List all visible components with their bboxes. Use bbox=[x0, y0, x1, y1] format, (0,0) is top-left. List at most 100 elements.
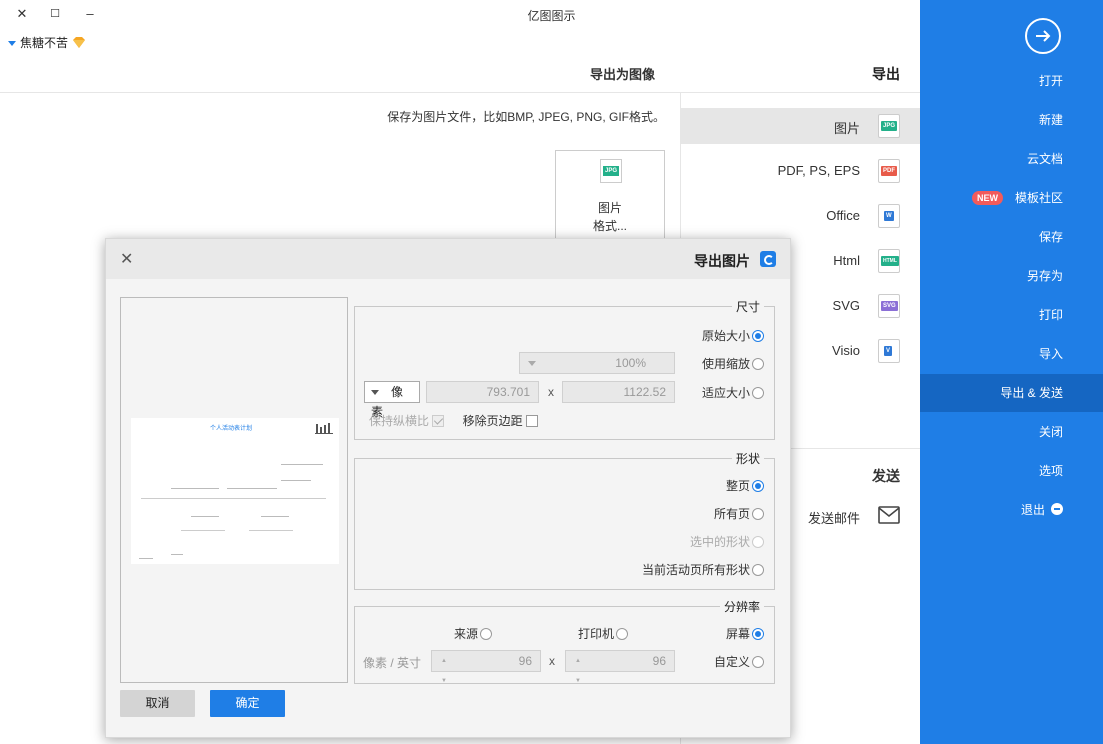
size-group: 尺寸 原始大小 使用缩放 100% 适应大小 1122.52 x 793.701… bbox=[354, 298, 775, 440]
sidebar-item-label: 关闭 bbox=[1038, 425, 1063, 439]
preview-line bbox=[261, 516, 289, 517]
export-item-label: 图片 bbox=[833, 121, 860, 136]
new-badge: NEW bbox=[971, 191, 1003, 205]
sidebar-item-export-send[interactable]: 导出 & 发送 bbox=[920, 374, 1103, 412]
sidebar-item-label: 打印 bbox=[1038, 308, 1063, 322]
radio-selected-icon bbox=[752, 329, 764, 342]
export-item-office[interactable]: Office W bbox=[681, 198, 920, 234]
sidebar-item-import[interactable]: 导入 bbox=[920, 335, 1103, 373]
sidebar-item-label: 模板社区 bbox=[1014, 191, 1063, 205]
radio-icon bbox=[752, 386, 764, 399]
preview-line bbox=[181, 530, 225, 531]
preview-line bbox=[281, 464, 323, 465]
maximize-window-button[interactable]: ☐ bbox=[45, 4, 65, 24]
sidebar-item-options[interactable]: 选项 bbox=[920, 452, 1103, 490]
sidebar-item-label: 云文档 bbox=[1026, 152, 1063, 166]
sidebar-item-save-as[interactable]: 另存为 bbox=[920, 257, 1103, 295]
send-email-label: 发送邮件 bbox=[807, 511, 860, 526]
keep-ratio-checkbox[interactable]: 保持纵横比 bbox=[369, 412, 445, 430]
radio-icon bbox=[752, 357, 764, 370]
sidebar-item-print[interactable]: 打印 bbox=[920, 296, 1103, 334]
resolution-unit-label: 像素 / 英寸 bbox=[363, 656, 422, 670]
sidebar-item-label: 打开 bbox=[1038, 74, 1063, 88]
dialog-header bbox=[106, 239, 790, 279]
minimize-window-button[interactable]: – bbox=[80, 4, 100, 24]
image-format-card[interactable]: JPG 图片 格式... bbox=[555, 150, 665, 250]
export-item-image[interactable]: 图片 JPG bbox=[681, 108, 920, 144]
sidebar-item-label: 退出 bbox=[1020, 503, 1045, 517]
preview-line bbox=[249, 530, 293, 531]
sidebar-item-template-community[interactable]: NEW 模板社区 bbox=[920, 179, 1103, 217]
sidebar-item-label: 另存为 bbox=[1026, 269, 1063, 283]
sidebar-item-label: 导出 & 发送 bbox=[1000, 386, 1063, 400]
resolution-x-field[interactable]: ▲ ▼ 96 bbox=[565, 650, 675, 684]
preview-doc-title: 个人活动表计划 bbox=[209, 426, 252, 432]
zoom-select[interactable]: 100% bbox=[519, 352, 675, 374]
width-field[interactable]: 1122.52 bbox=[562, 381, 675, 403]
cancel-button[interactable]: 取消 bbox=[120, 690, 195, 717]
sidebar-item-exit[interactable]: 退出 bbox=[920, 491, 1103, 529]
radio-icon bbox=[752, 507, 764, 520]
ok-button[interactable]: 确定 bbox=[210, 690, 285, 717]
arrow-right-icon bbox=[1036, 30, 1051, 42]
screen-radio[interactable]: 屏幕 bbox=[726, 625, 764, 643]
user-name: 焦糖不苦 bbox=[20, 36, 69, 50]
export-item-label: Visio bbox=[832, 343, 860, 358]
unit-select[interactable]: 像素 bbox=[364, 381, 420, 419]
svg-file-icon: SVG bbox=[878, 294, 900, 318]
preview-logo-icon bbox=[315, 423, 333, 434]
preview-page: 个人活动表计划 bbox=[131, 418, 339, 564]
app-logo-icon bbox=[760, 251, 776, 267]
exit-icon bbox=[1051, 503, 1063, 515]
visio-file-icon: V bbox=[878, 339, 900, 363]
preview-line bbox=[191, 516, 219, 517]
custom-radio[interactable]: 自定义 bbox=[714, 653, 764, 671]
jpg-file-icon: JPG bbox=[600, 159, 622, 183]
resolution-group-title: 分辨率 bbox=[719, 598, 764, 615]
export-item-pdf[interactable]: PDF, PS, EPS PDF bbox=[681, 153, 920, 189]
sidebar-item-cloud-docs[interactable]: 云文档 bbox=[920, 140, 1103, 178]
spinner-icon: ▲ ▼ bbox=[441, 658, 447, 684]
sidebar-item-save[interactable]: 保存 bbox=[920, 218, 1103, 256]
sidebar-item-new[interactable]: 新建 bbox=[920, 101, 1103, 139]
original-size-radio[interactable]: 原始大小 bbox=[702, 327, 764, 345]
printer-radio[interactable]: 打印机 bbox=[578, 625, 628, 643]
shape-group-title: 形状 bbox=[731, 450, 764, 467]
html-file-icon: HTML bbox=[878, 249, 900, 273]
export-image-dialog: 导出图片 ✕ 个人活动表计划 尺寸 原始大小 使用缩放 100% 适应大小 11… bbox=[105, 238, 791, 738]
radio-icon bbox=[752, 535, 764, 548]
preview-line bbox=[171, 554, 183, 555]
close-window-button[interactable]: ✕ bbox=[12, 4, 32, 24]
selected-shapes-radio[interactable]: 选中的形状 bbox=[690, 533, 764, 551]
remove-margin-checkbox[interactable]: 移除页边距 bbox=[463, 412, 538, 430]
checkbox-checked-icon bbox=[432, 414, 445, 427]
export-item-label: Html bbox=[833, 253, 860, 268]
use-zoom-radio[interactable]: 使用缩放 bbox=[702, 355, 764, 373]
back-button[interactable] bbox=[1025, 18, 1061, 54]
word-file-icon: W bbox=[878, 204, 900, 228]
radio-selected-icon bbox=[752, 627, 764, 640]
resolution-group: 分辨率 屏幕 打印机 来源 自定义 ▲ ▼ 96 x ▲ ▼ 96 像素 / 英寸 bbox=[354, 598, 775, 684]
size-group-title: 尺寸 bbox=[731, 298, 764, 315]
user-menu[interactable]: 焦糖不苦 bbox=[8, 34, 86, 51]
dialog-title: 导出图片 bbox=[694, 253, 750, 269]
sidebar-item-label: 选项 bbox=[1038, 464, 1063, 478]
export-item-label: PDF, PS, EPS bbox=[777, 163, 860, 178]
sidebar-item-open[interactable]: 打开 bbox=[920, 62, 1103, 100]
source-radio[interactable]: 来源 bbox=[454, 625, 492, 643]
jpg-file-icon: JPG bbox=[878, 114, 900, 138]
current-page-shapes-radio[interactable]: 当前活动页所有形状 bbox=[642, 561, 764, 579]
fit-size-radio[interactable]: 适应大小 bbox=[702, 384, 764, 402]
whole-page-radio[interactable]: 整页 bbox=[726, 477, 764, 495]
resolution-y-field[interactable]: ▲ ▼ 96 bbox=[431, 650, 541, 684]
export-image-heading: 导出为图像 bbox=[589, 67, 655, 82]
close-icon[interactable]: ✕ bbox=[120, 249, 133, 269]
radio-icon bbox=[752, 563, 764, 576]
card-label: 图片 格式... bbox=[592, 201, 627, 233]
all-pages-radio[interactable]: 所有页 bbox=[714, 505, 764, 523]
checkbox-icon bbox=[526, 414, 538, 427]
radio-icon bbox=[752, 655, 764, 668]
sidebar-item-close[interactable]: 关闭 bbox=[920, 413, 1103, 451]
height-field[interactable]: 793.701 bbox=[426, 381, 539, 403]
sidebar-item-label: 保存 bbox=[1038, 230, 1063, 244]
